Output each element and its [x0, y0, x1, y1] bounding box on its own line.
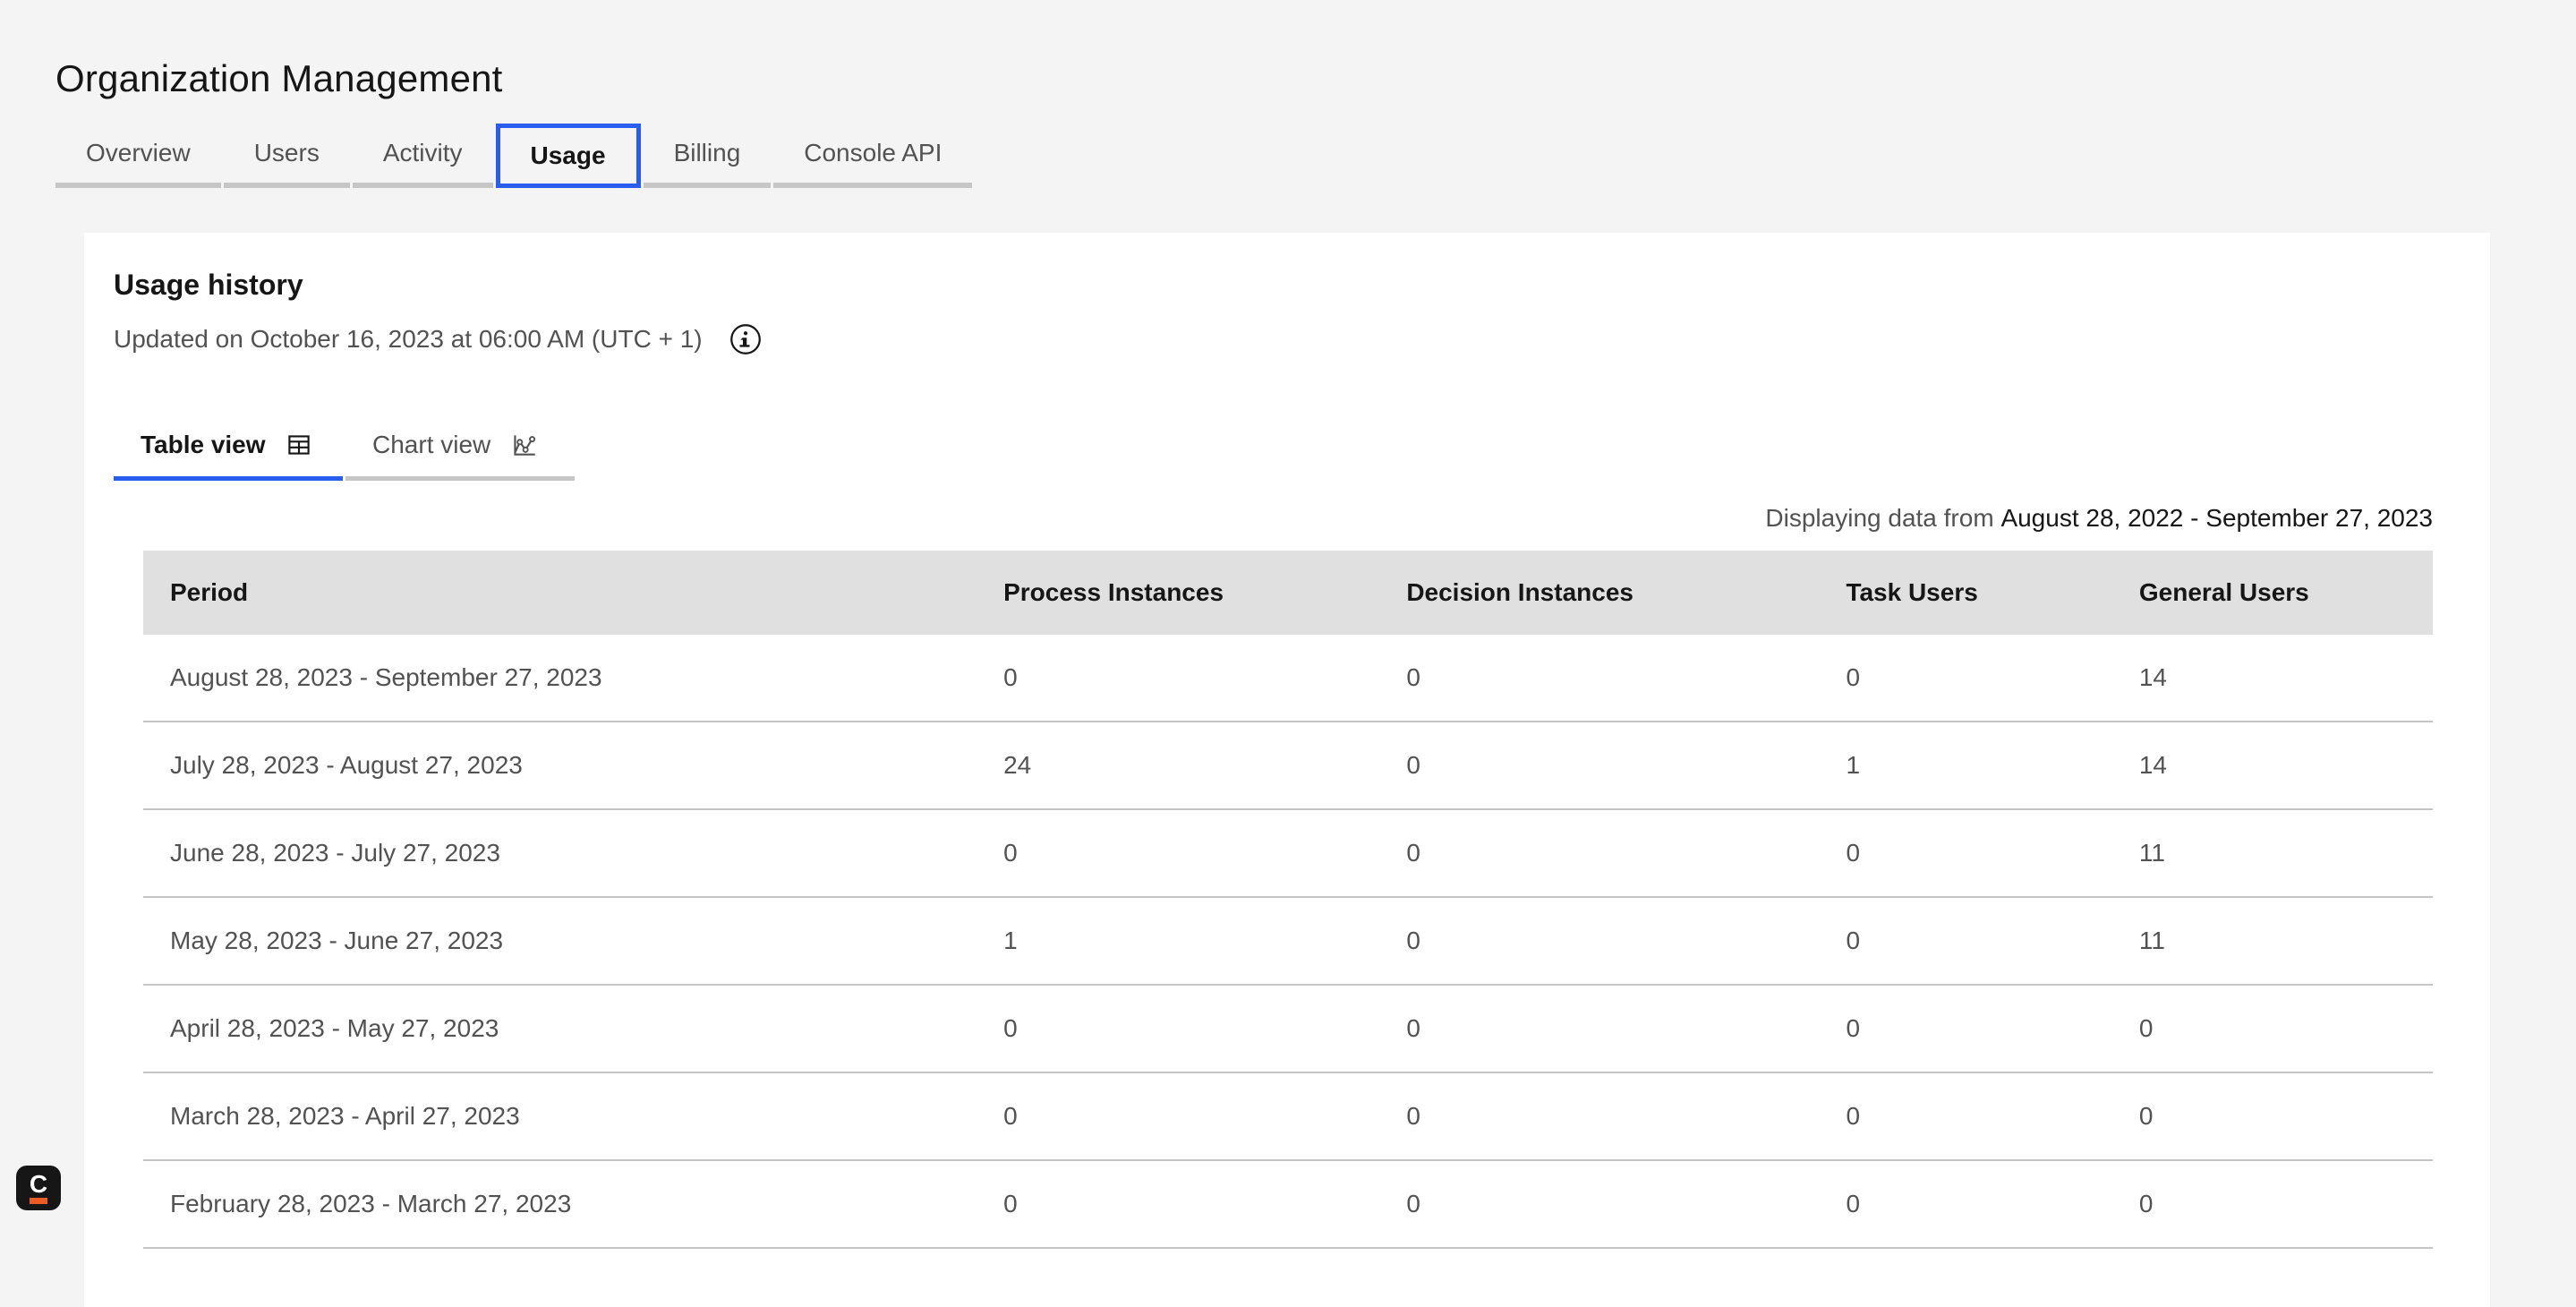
table-row: July 28, 2023 - August 27, 2023 24 0 1 14	[143, 722, 2433, 810]
table-row: May 28, 2023 - June 27, 2023 1 0 0 11	[143, 898, 2433, 986]
period-cell: May 28, 2023 - June 27, 2023	[170, 927, 504, 954]
period-cell: August 28, 2023 - September 27, 2023	[170, 663, 602, 691]
table-header-row: Period Process Instances Decision Instance…	[143, 551, 2433, 635]
tab-table-view[interactable]: Table view	[114, 413, 343, 481]
process-instances-cell: 0	[1003, 1102, 1018, 1130]
task-users-cell: 0	[1846, 1102, 1861, 1130]
console-widget-button[interactable]: C	[16, 1166, 61, 1210]
general-users-cell: 0	[2138, 1102, 2154, 1130]
column-header: Process Instances	[1003, 578, 1224, 606]
table-row: February 28, 2023 - March 27, 2023 0 0 0 0	[143, 1161, 2433, 1249]
general-users-cell: 14	[2138, 663, 2168, 691]
process-instances-cell: 0	[1003, 663, 1018, 691]
period-cell: March 28, 2023 - April 27, 2023	[170, 1102, 520, 1130]
data-table-icon	[284, 430, 314, 460]
decision-instances-cell: 0	[1406, 1190, 1420, 1217]
column-header: Task Users	[1846, 578, 1978, 606]
table-row: March 28, 2023 - April 27, 2023 0 0 0 0	[143, 1073, 2433, 1161]
tab-overview[interactable]: Overview	[55, 124, 221, 188]
tab-activity[interactable]: Activity	[352, 124, 493, 188]
line-chart-icon	[508, 430, 539, 460]
info-icon[interactable]	[728, 321, 763, 357]
decision-instances-cell: 0	[1406, 1014, 1420, 1042]
tab-billing[interactable]: Billing	[643, 124, 772, 188]
period-cell: July 28, 2023 - August 27, 2023	[170, 751, 523, 779]
usage-table: Period Process Instances Decision Instance…	[143, 551, 2433, 1249]
main-tab-bar: Overview Users Activity Usage Billing Co…	[55, 124, 2576, 188]
tab-chart-view[interactable]: Chart view	[345, 413, 575, 481]
range-prefix: Displaying data from	[1765, 504, 2001, 532]
process-instances-cell: 0	[1003, 839, 1018, 867]
task-users-cell: 1	[1846, 751, 1861, 779]
chart-view-label: Chart view	[372, 430, 491, 458]
task-users-cell: 0	[1846, 927, 1861, 954]
task-users-cell: 0	[1846, 1190, 1861, 1217]
column-header: Decision Instances	[1406, 578, 1633, 606]
table-view-label: Table view	[141, 430, 266, 458]
process-instances-cell: 24	[1003, 751, 1032, 779]
period-cell: April 28, 2023 - May 27, 2023	[170, 1014, 499, 1042]
console-widget-underline	[30, 1197, 47, 1204]
general-users-cell: 11	[2138, 927, 2165, 954]
usage-history-heading: Usage history	[114, 269, 303, 301]
general-users-cell: 11	[2138, 839, 2165, 867]
period-cell: February 28, 2023 - March 27, 2023	[170, 1190, 572, 1217]
process-instances-cell: 1	[1003, 927, 1018, 954]
task-users-cell: 0	[1846, 839, 1861, 867]
table-row: April 28, 2023 - May 27, 2023 0 0 0 0	[143, 986, 2433, 1073]
decision-instances-cell: 0	[1406, 663, 1420, 691]
view-tab-bar: Table view Chart view	[114, 413, 2462, 481]
tab-users[interactable]: Users	[223, 124, 350, 188]
decision-instances-cell: 0	[1406, 927, 1420, 954]
general-users-cell: 0	[2138, 1190, 2154, 1217]
column-header: General Users	[2138, 578, 2309, 606]
task-users-cell: 0	[1846, 663, 1861, 691]
table-row: August 28, 2023 - September 27, 2023 0 0 0 1…	[143, 635, 2433, 722]
process-instances-cell: 0	[1003, 1014, 1018, 1042]
console-widget-letter: C	[29, 1169, 48, 1198]
decision-instances-cell: 0	[1406, 839, 1420, 867]
column-header: Period	[170, 578, 249, 606]
range-dates: August 28, 2022 - September 27, 2023	[2000, 504, 2433, 532]
table-body: August 28, 2023 - September 27, 2023 0 0 0 1…	[143, 635, 2433, 1249]
table-row: June 28, 2023 - July 27, 2023 0 0 0 11	[143, 810, 2433, 898]
updated-timestamp: Updated on October 16, 2023 at 06:00 AM …	[114, 325, 703, 353]
decision-instances-cell: 0	[1406, 1102, 1420, 1130]
tab-usage[interactable]: Usage	[495, 124, 641, 188]
tab-console-api[interactable]: Console API	[773, 124, 973, 188]
page-title: Organization Management	[55, 57, 503, 99]
general-users-cell: 0	[2138, 1014, 2154, 1042]
displaying-data-range: Displaying data from August 28, 2022 - S…	[143, 504, 2433, 533]
period-cell: June 28, 2023 - July 27, 2023	[170, 839, 500, 867]
task-users-cell: 0	[1846, 1014, 1861, 1042]
general-users-cell: 14	[2138, 751, 2168, 779]
process-instances-cell: 0	[1003, 1190, 1018, 1217]
decision-instances-cell: 0	[1406, 751, 1420, 779]
usage-history-card: Usage history Updated on October 16, 202…	[84, 233, 2490, 1307]
